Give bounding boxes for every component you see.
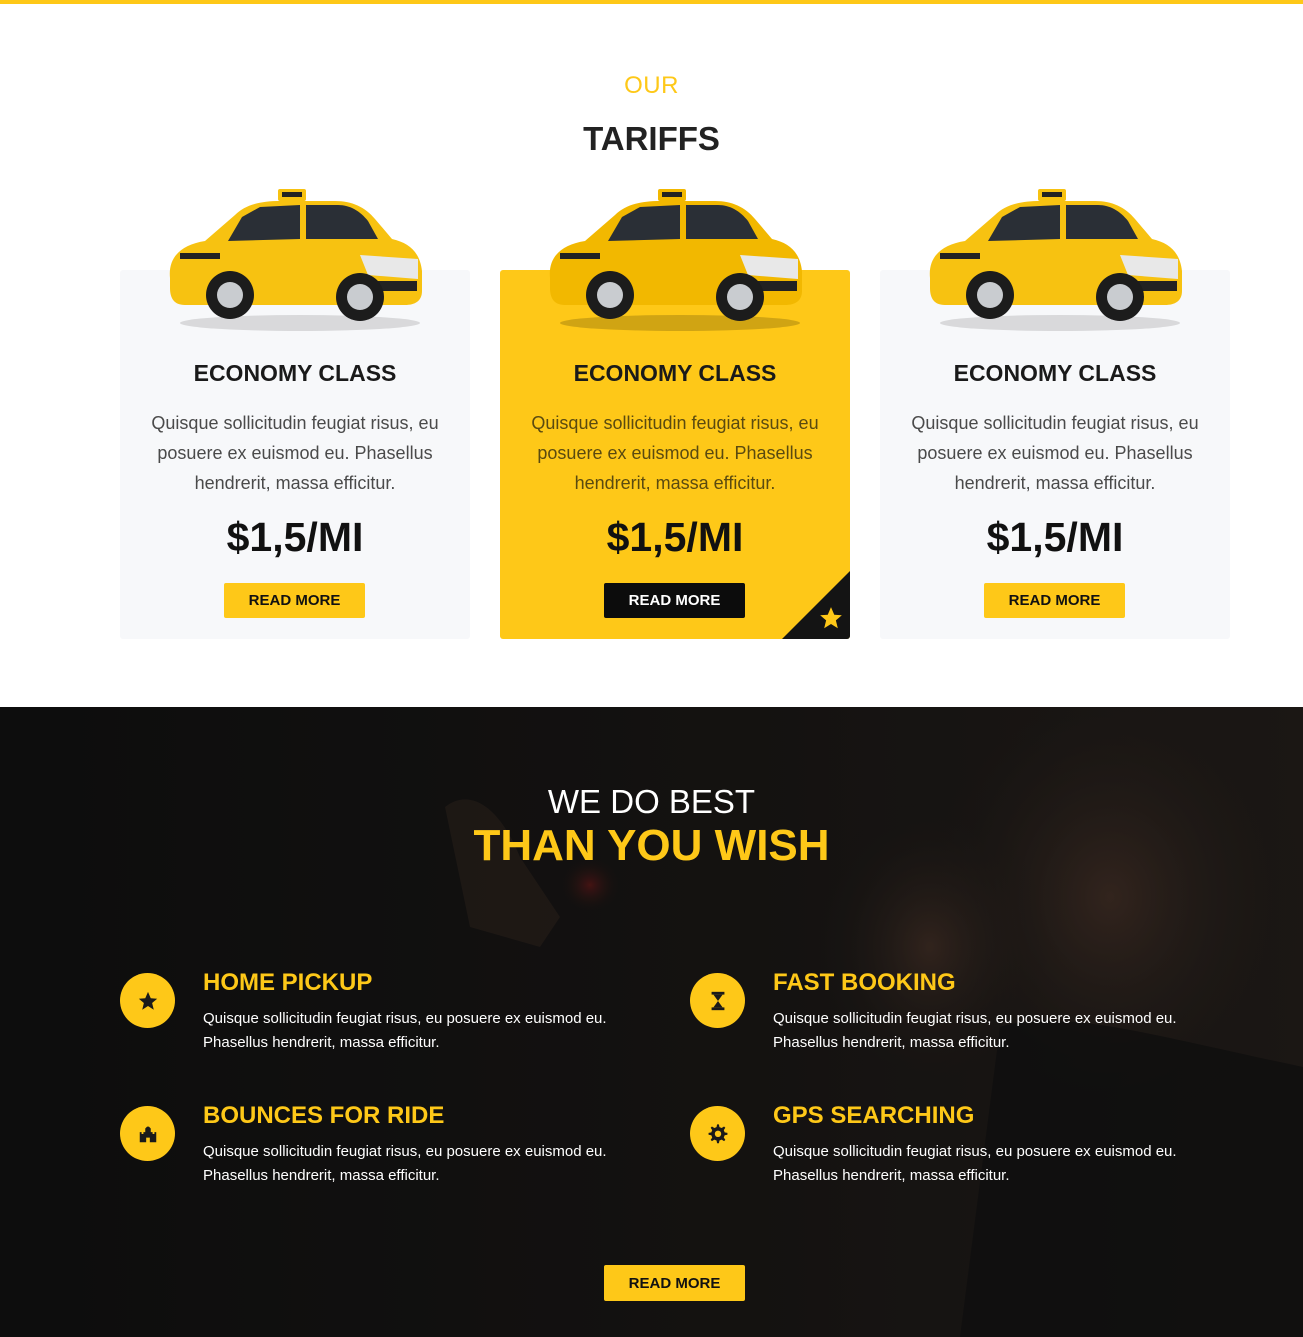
read-more-button[interactable]: READ MORE — [224, 583, 365, 618]
gear-icon — [708, 1123, 727, 1143]
tariff-card-price: $1,5/MI — [226, 514, 364, 560]
tariff-card-description: Quisque sollicitudin feugiat risus, eu p… — [911, 413, 1199, 493]
tariff-card-price: $1,5/MI — [606, 514, 744, 560]
feature-description: Quisque sollicitudin feugiat risus, eu p… — [773, 1010, 1177, 1051]
taxi-car-image — [549, 189, 802, 331]
read-more-button[interactable]: READ MORE — [984, 583, 1125, 618]
castle-icon — [139, 1126, 156, 1142]
tariffs-title: TARIFFS — [583, 120, 720, 157]
feature-description: Quisque sollicitudin feugiat risus, eu p… — [773, 1143, 1177, 1184]
feature-description: Quisque sollicitudin feugiat risus, eu p… — [203, 1143, 607, 1184]
features-section: WE DO BEST THAN YOU WISH HOME PICKUP Qui… — [0, 707, 1303, 1337]
feature-icon-circle — [120, 973, 175, 1028]
read-more-button[interactable]: READ MORE — [604, 1265, 745, 1301]
tariffs-section: OUR TARIFFS ECONOMY CLASS Quisque sollic… — [0, 4, 1303, 707]
feature-description: Quisque sollicitudin feugiat risus, eu p… — [203, 1010, 607, 1051]
feature-icon-circle — [690, 973, 745, 1028]
feature-title: FAST BOOKING — [773, 969, 956, 996]
feature-icon-circle — [690, 1106, 745, 1161]
read-more-button[interactable]: READ MORE — [604, 583, 745, 618]
tariff-card-title: ECONOMY CLASS — [573, 360, 777, 386]
hourglass-icon — [711, 991, 724, 1010]
star-icon — [820, 607, 842, 629]
feature-item: BOUNCES FOR RIDE Quisque sollicitudin fe… — [120, 1102, 640, 1202]
tariff-card-description: Quisque sollicitudin feugiat risus, eu p… — [151, 413, 439, 493]
taxi-car-image — [929, 189, 1182, 331]
tariff-card-description: Quisque sollicitudin feugiat risus, eu p… — [531, 413, 819, 493]
feature-title: GPS SEARCHING — [773, 1102, 975, 1129]
tariff-card-title: ECONOMY CLASS — [953, 360, 1157, 386]
feature-item: HOME PICKUP Quisque sollicitudin feugiat… — [120, 969, 640, 1069]
tariff-card-title: ECONOMY CLASS — [193, 360, 397, 386]
feature-title: HOME PICKUP — [203, 969, 373, 996]
feature-item: FAST BOOKING Quisque sollicitudin feugia… — [690, 969, 1210, 1069]
features-title: THAN YOU WISH — [473, 821, 830, 870]
star-icon — [138, 991, 157, 1010]
feature-item: GPS SEARCHING Quisque sollicitudin feugi… — [690, 1102, 1210, 1202]
tariff-card-price: $1,5/MI — [986, 514, 1124, 560]
taxi-car-image — [169, 189, 422, 331]
feature-icon-circle — [120, 1106, 175, 1161]
features-kicker: WE DO BEST — [547, 783, 756, 820]
feature-title: BOUNCES FOR RIDE — [203, 1102, 445, 1129]
tariffs-kicker: OUR — [624, 72, 679, 99]
